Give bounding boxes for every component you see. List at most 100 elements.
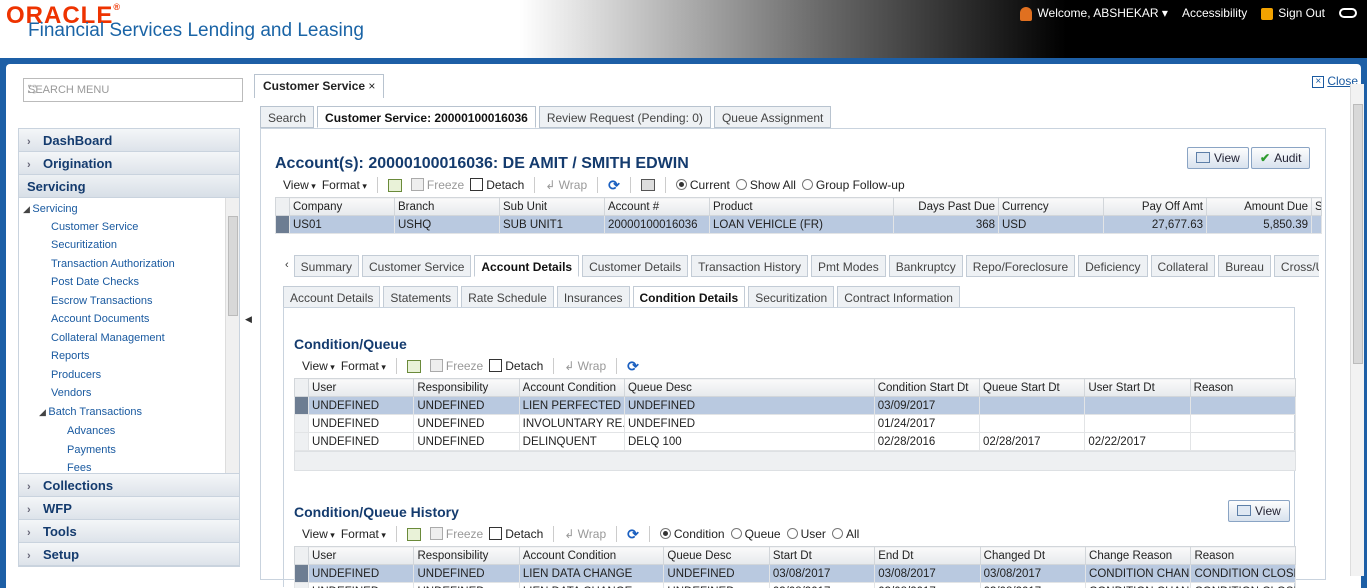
radio-show-all[interactable]: Show All [735,178,796,192]
row-selector[interactable] [293,582,310,588]
column-header[interactable]: Queue Desc [623,378,875,397]
cq-format-menu[interactable]: Format [341,359,386,373]
welcome-menu[interactable]: Welcome, ABSHEKAR ▾ [1020,6,1168,21]
column-header[interactable]: User Start Dt [1084,378,1191,397]
column-header[interactable]: Responsibility [413,378,520,397]
nav-item-reports[interactable]: Reports [51,350,90,362]
detail-tab-rate-schedule[interactable]: Rate Schedule [461,286,554,308]
column-header[interactable]: Branch [394,197,500,216]
cqh-export-icon[interactable] [406,527,421,541]
column-header[interactable]: Sub Unit [499,197,605,216]
nav-dashboard[interactable]: › DashBoard [19,129,239,152]
nav-item-securitization[interactable]: Securitization [51,239,117,251]
cq-view-menu[interactable]: View [302,359,335,373]
export-icon[interactable] [387,178,402,192]
tab-cross-up-sell-act[interactable]: Cross/Up Sell Act [1273,255,1319,277]
detail-tab-statements[interactable]: Statements [383,286,459,308]
tab-repo-foreclosure[interactable]: Repo/Foreclosure [965,255,1076,277]
table-row[interactable]: US01 USHQ SUB UNIT1 20000100016036 LOAN VEHI… [275,215,1322,234]
cqh-format-menu[interactable]: Format [341,527,386,541]
row-selector[interactable] [293,432,310,451]
radio-user[interactable]: User [786,527,826,541]
tab-customer-details[interactable]: Customer Details [582,255,689,277]
column-header[interactable]: Account Condition [518,546,665,565]
nav-setup[interactable]: › Setup [19,543,239,566]
detach-button[interactable]: Detach [470,178,524,192]
radio-group-followup[interactable]: Group Follow-up [801,178,905,192]
main-scrollbar[interactable] [1350,84,1364,576]
column-header[interactable]: Condition Start Dt [873,378,981,397]
subtab-1[interactable]: Customer Service: 20000100016036 [317,106,536,128]
cq-freeze-button[interactable]: Freeze [429,359,483,373]
column-header[interactable]: Changed Dt [979,546,1087,565]
table-row[interactable]: UNDEFINED UNDEFINED INVOLUNTARY RE... UNDEF… [293,414,1297,433]
radio-condition[interactable]: Condition [659,527,725,541]
row-selector[interactable] [293,564,310,583]
subtab-3[interactable]: Queue Assignment [713,106,832,128]
customer-service-tab[interactable]: Customer Service × [254,74,385,98]
column-header[interactable]: Account Condition [518,378,625,397]
cq-wrap-button[interactable]: ↲ Wrap [564,359,606,373]
column-header[interactable]: Amount Due [1206,197,1312,216]
nav-item-payments[interactable]: Payments [67,444,116,456]
table-row[interactable]: UNDEFINED UNDEFINED DELINQUENT DELQ 100 02/2… [293,432,1297,451]
view-button[interactable]: View [1187,147,1249,169]
cqh-freeze-button[interactable]: Freeze [429,527,483,541]
detail-tab-securitization[interactable]: Securitization [748,286,835,308]
tab-account-details[interactable]: Account Details [474,255,580,277]
cqh-detach-button[interactable]: Detach [489,527,543,541]
column-header[interactable]: Currency [998,197,1104,216]
row-selector[interactable] [293,396,310,415]
radio-all[interactable]: All [831,527,859,541]
detail-tab-contract-information[interactable]: Contract Information [837,286,960,308]
nav-item-fees[interactable]: Fees [67,462,91,473]
nav-item-post-date-checks[interactable]: Post Date Checks [51,276,139,288]
freeze-button[interactable]: Freeze [410,178,464,192]
nav-origination[interactable]: › Origination [19,152,239,175]
column-header[interactable]: Reason [1190,546,1296,565]
nav-servicing[interactable]: Servicing [19,175,239,198]
subtab-0[interactable]: Search [260,106,315,128]
column-header[interactable]: Start Dt [768,546,876,565]
nav-item-vendors[interactable]: Vendors [51,387,91,399]
nav-wfp[interactable]: › WFP [19,497,239,520]
column-header[interactable]: Company [289,197,395,216]
column-header[interactable]: Reason [1189,378,1297,397]
refresh-icon[interactable]: ⟳ [608,177,620,194]
tabs-scroll-left-icon[interactable]: ‹ [283,255,291,288]
tab-transaction-history[interactable]: Transaction History [691,255,809,277]
tab-summary[interactable]: Summary [293,255,360,277]
nav-item-batch-transactions[interactable]: ◢ Batch Transactions [39,406,142,418]
nav-item-transaction-authorization[interactable]: Transaction Authorization [51,258,175,270]
tab-collateral[interactable]: Collateral [1150,255,1216,277]
column-header[interactable]: Pay Off Amt [1103,197,1207,216]
view-menu[interactable]: View [283,178,316,192]
column-header[interactable]: Product [709,197,894,216]
nav-item-account-documents[interactable]: Account Documents [51,313,149,325]
cqh-wrap-button[interactable]: ↲ Wrap [564,527,606,541]
table-row[interactable]: UNDEFINED UNDEFINED LIEN PERFECTED UNDEFINE… [293,396,1297,415]
cq-refresh-icon[interactable]: ⟳ [627,358,639,375]
tab-bankruptcy[interactable]: Bankruptcy [888,255,963,277]
detail-tab-insurances[interactable]: Insurances [556,286,630,308]
table-row[interactable]: UNDEFINEDUNDEFINEDLIEN DATA CHANGEUNDEFI… [293,582,1296,588]
cqh-refresh-icon[interactable]: ⟳ [627,526,639,543]
search-menu-input[interactable]: SEARCH MENU ⛶ [23,78,243,102]
nav-item-producers[interactable]: Producers [51,369,101,381]
print-icon[interactable] [640,179,655,191]
detail-tab-condition-details[interactable]: Condition Details [632,286,746,308]
tab-deficiency[interactable]: Deficiency [1078,255,1148,277]
nav-item-customer-service[interactable]: Customer Service [51,221,138,233]
column-header[interactable]: Queue Start Dt [979,378,1086,397]
row-selector[interactable] [293,414,310,433]
binoculars-icon[interactable]: ⛶ [28,84,46,100]
cq-detach-button[interactable]: Detach [489,359,543,373]
close-tab-icon[interactable]: × [368,79,375,93]
nav-collections[interactable]: › Collections [19,474,239,497]
nav-tools[interactable]: › Tools [19,520,239,543]
history-view-button[interactable]: View [1228,500,1290,522]
column-header[interactable]: Days Past Due [893,197,999,216]
row-selector[interactable] [275,215,290,234]
tab-customer-service[interactable]: Customer Service [362,255,472,277]
column-header[interactable]: Account # [604,197,710,216]
